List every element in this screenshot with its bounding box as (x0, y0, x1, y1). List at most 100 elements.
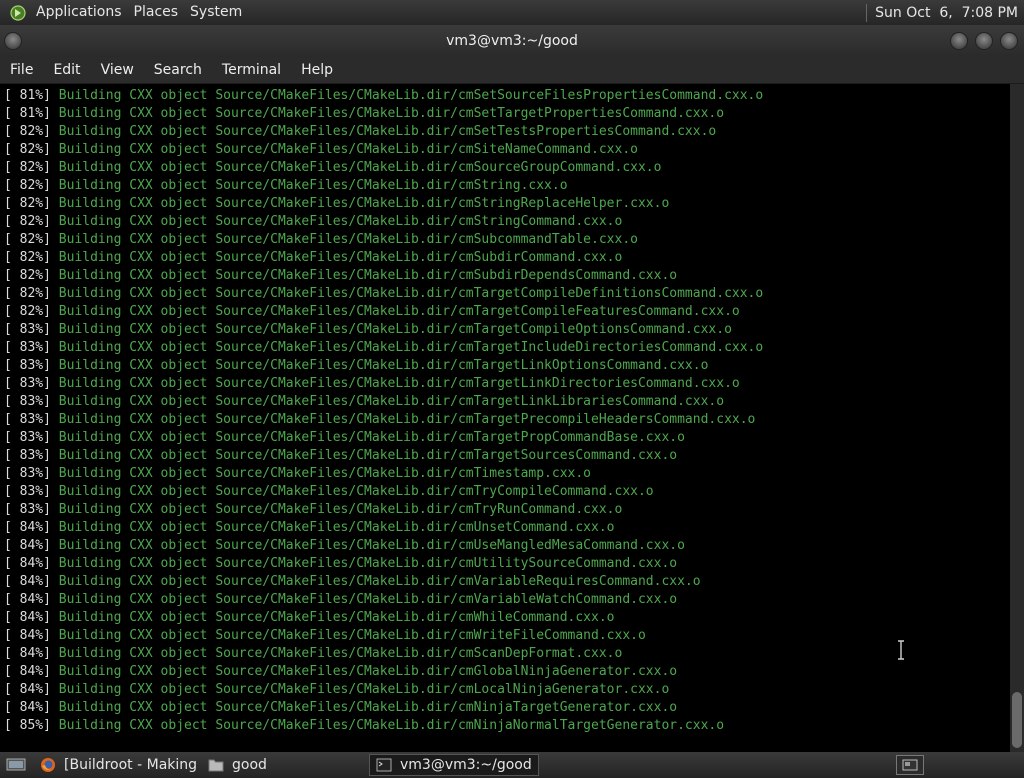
build-percent: [ 82%] (4, 178, 51, 193)
terminal-line: [ 84%] Building CXX object Source/CMakeF… (4, 609, 763, 627)
build-message: Building CXX object Source/CMakeFiles/CM… (58, 520, 615, 535)
build-message: Building CXX object Source/CMakeFiles/CM… (58, 340, 764, 355)
terminal-scrollbar[interactable] (1010, 84, 1024, 752)
bottom-taskbar: [Buildroot - Making ... good vm3@vm3:~/g… (0, 752, 1024, 778)
terminal-menubar: File Edit View Search Terminal Help (0, 57, 1024, 83)
build-message: Building CXX object Source/CMakeFiles/CM… (58, 376, 740, 391)
build-message: Building CXX object Source/CMakeFiles/CM… (58, 466, 592, 481)
build-percent: [ 83%] (4, 340, 51, 355)
build-percent: [ 84%] (4, 610, 51, 625)
terminal-line: [ 84%] Building CXX object Source/CMakeF… (4, 645, 763, 663)
terminal-line: [ 84%] Building CXX object Source/CMakeF… (4, 699, 763, 717)
build-percent: [ 83%] (4, 376, 51, 391)
build-message: Building CXX object Source/CMakeFiles/CM… (58, 556, 678, 571)
window-titlebar[interactable]: vm3@vm3:~/good (0, 25, 1024, 57)
minimize-icon[interactable] (950, 32, 968, 50)
menu-edit[interactable]: Edit (43, 57, 90, 83)
build-message: Building CXX object Source/CMakeFiles/CM… (58, 268, 678, 283)
maximize-icon[interactable] (975, 32, 993, 50)
terminal-line: [ 81%] Building CXX object Source/CMakeF… (4, 105, 763, 123)
build-percent: [ 84%] (4, 700, 51, 715)
terminal-line: [ 83%] Building CXX object Source/CMakeF… (4, 429, 763, 447)
applications-menu[interactable]: Applications (30, 0, 128, 25)
build-percent: [ 83%] (4, 394, 51, 409)
terminal-line: [ 84%] Building CXX object Source/CMakeF… (4, 555, 763, 573)
build-message: Building CXX object Source/CMakeFiles/CM… (58, 214, 623, 229)
build-message: Building CXX object Source/CMakeFiles/CM… (58, 142, 638, 157)
build-message: Building CXX object Source/CMakeFiles/CM… (58, 484, 654, 499)
task-firefox-label: [Buildroot - Making ... (64, 757, 202, 773)
terminal-line: [ 83%] Building CXX object Source/CMakeF… (4, 357, 763, 375)
terminal-line: [ 83%] Building CXX object Source/CMakeF… (4, 339, 763, 357)
terminal-line: [ 83%] Building CXX object Source/CMakeF… (4, 411, 763, 429)
build-percent: [ 82%] (4, 160, 51, 175)
build-percent: [ 82%] (4, 124, 51, 139)
build-message: Building CXX object Source/CMakeFiles/CM… (58, 358, 709, 373)
task-terminal-label: vm3@vm3:~/good (400, 757, 532, 773)
build-message: Building CXX object Source/CMakeFiles/CM… (58, 160, 662, 175)
terminal-line: [ 84%] Building CXX object Source/CMakeF… (4, 663, 763, 681)
clock[interactable]: Sun Oct 6, 7:08 PM (875, 5, 1024, 21)
terminal-line: [ 83%] Building CXX object Source/CMakeF… (4, 465, 763, 483)
build-percent: [ 82%] (4, 286, 51, 301)
build-percent: [ 85%] (4, 718, 51, 733)
terminal-line: [ 82%] Building CXX object Source/CMakeF… (4, 285, 763, 303)
menu-search[interactable]: Search (144, 57, 212, 83)
places-menu[interactable]: Places (128, 0, 185, 25)
build-message: Building CXX object Source/CMakeFiles/CM… (58, 664, 678, 679)
menu-terminal[interactable]: Terminal (212, 57, 291, 83)
terminal-line: [ 82%] Building CXX object Source/CMakeF… (4, 177, 763, 195)
terminal-line: [ 84%] Building CXX object Source/CMakeF… (4, 573, 763, 591)
build-percent: [ 83%] (4, 448, 51, 463)
build-percent: [ 84%] (4, 646, 51, 661)
terminal-line: [ 82%] Building CXX object Source/CMakeF… (4, 159, 763, 177)
scrollbar-thumb[interactable] (1012, 692, 1022, 748)
workspace-icon (902, 759, 918, 771)
task-folder-label: good (232, 757, 267, 773)
build-message: Building CXX object Source/CMakeFiles/CM… (58, 178, 568, 193)
top-panel-menus: Applications Places System (0, 0, 248, 25)
build-message: Building CXX object Source/CMakeFiles/CM… (58, 682, 670, 697)
terminal-line: [ 84%] Building CXX object Source/CMakeF… (4, 681, 763, 699)
top-panel: Applications Places System Sun Oct 6, 7:… (0, 0, 1024, 25)
terminal-line: [ 85%] Building CXX object Source/CMakeF… (4, 717, 763, 735)
task-folder[interactable]: good (202, 754, 368, 776)
desktop-icon (6, 758, 26, 771)
task-firefox[interactable]: [Buildroot - Making ... (34, 754, 202, 776)
build-message: Building CXX object Source/CMakeFiles/CM… (58, 394, 725, 409)
build-message: Building CXX object Source/CMakeFiles/CM… (58, 502, 623, 517)
terminal-line: [ 82%] Building CXX object Source/CMakeF… (4, 249, 763, 267)
terminal-line: [ 84%] Building CXX object Source/CMakeF… (4, 627, 763, 645)
build-message: Building CXX object Source/CMakeFiles/CM… (58, 700, 678, 715)
terminal-line: [ 83%] Building CXX object Source/CMakeF… (4, 321, 763, 339)
menu-file[interactable]: File (0, 57, 43, 83)
build-percent: [ 83%] (4, 502, 51, 517)
build-message: Building CXX object Source/CMakeFiles/CM… (58, 196, 670, 211)
terminal-line: [ 82%] Building CXX object Source/CMakeF… (4, 195, 763, 213)
build-percent: [ 82%] (4, 214, 51, 229)
terminal-icon (376, 758, 392, 772)
build-percent: [ 84%] (4, 682, 51, 697)
build-percent: [ 84%] (4, 556, 51, 571)
build-message: Building CXX object Source/CMakeFiles/CM… (58, 610, 615, 625)
terminal-line: [ 82%] Building CXX object Source/CMakeF… (4, 213, 763, 231)
system-menu[interactable]: System (184, 0, 248, 25)
build-message: Building CXX object Source/CMakeFiles/CM… (58, 304, 740, 319)
build-message: Building CXX object Source/CMakeFiles/CM… (58, 628, 646, 643)
close-icon[interactable] (1000, 32, 1018, 50)
build-percent: [ 84%] (4, 628, 51, 643)
terminal-output[interactable]: [ 81%] Building CXX object Source/CMakeF… (0, 84, 1010, 752)
show-desktop-button[interactable] (2, 755, 30, 775)
terminal-line: [ 83%] Building CXX object Source/CMakeF… (4, 501, 763, 519)
task-terminal[interactable]: vm3@vm3:~/good (369, 754, 539, 776)
build-message: Building CXX object Source/CMakeFiles/CM… (58, 322, 732, 337)
build-percent: [ 84%] (4, 592, 51, 607)
terminal-line: [ 83%] Building CXX object Source/CMakeF… (4, 393, 763, 411)
build-message: Building CXX object Source/CMakeFiles/CM… (58, 430, 685, 445)
terminal-lines: [ 81%] Building CXX object Source/CMakeF… (4, 87, 763, 735)
menu-view[interactable]: View (91, 57, 144, 83)
build-percent: [ 82%] (4, 268, 51, 283)
build-message: Building CXX object Source/CMakeFiles/CM… (58, 232, 638, 247)
menu-help[interactable]: Help (291, 57, 343, 83)
workspace-switcher-button[interactable] (896, 755, 924, 775)
